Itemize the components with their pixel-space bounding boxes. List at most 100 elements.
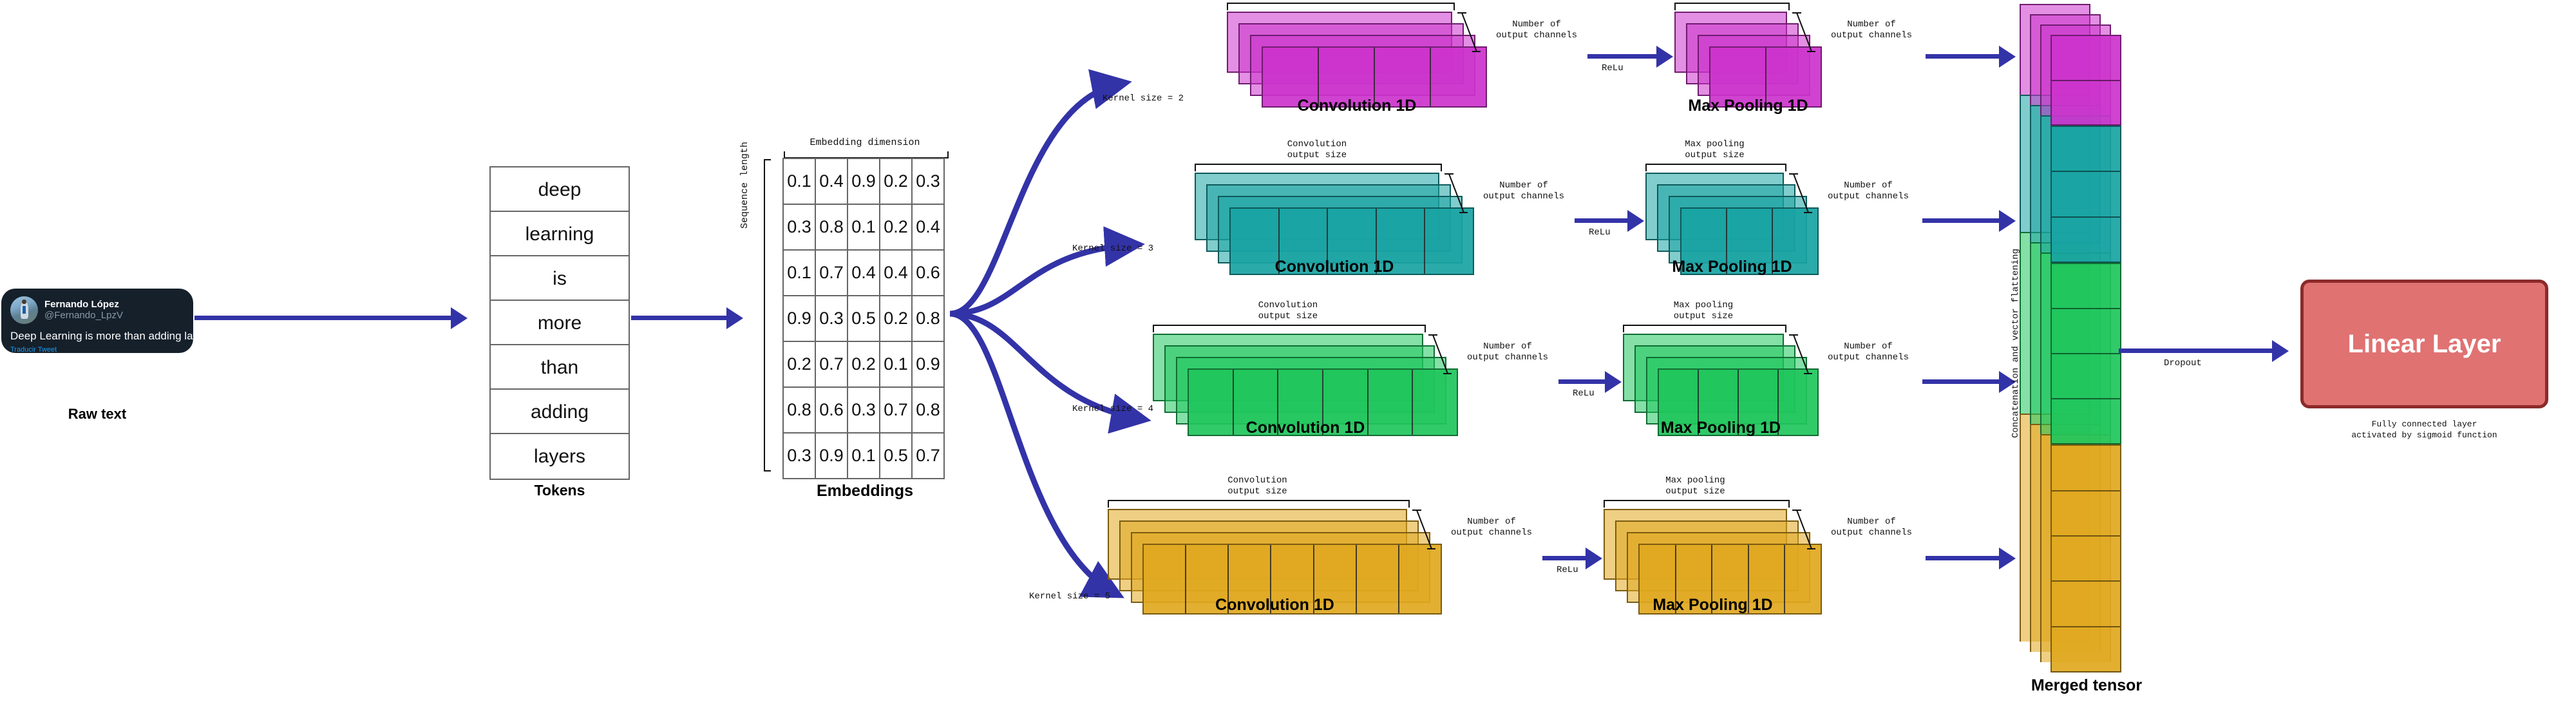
pool-channels-leader: [1789, 334, 1812, 374]
arrow-relu-head-2: [1605, 370, 1622, 393]
pool-output-size-label: Max pooling output size: [1584, 475, 1806, 497]
num-channels-line1: Number of: [1483, 341, 1532, 352]
embedding-cell: 0.3: [782, 204, 816, 251]
tweet-card: Fernando López @Fernando_LpzV Deep Learn…: [1, 289, 217, 354]
num-channels-line1: Number of: [1847, 517, 1896, 527]
arrow-relu-head-0: [1656, 45, 1673, 68]
num-channels-line2: output channels: [1450, 528, 1533, 538]
embeddings-matrix: 0.1 0.4 0.9 0.2 0.3 0.3 0.8 0.1 0.2 0.4 0.1 0.7 0.4 0…: [782, 158, 945, 479]
embedding-row: 0.3 0.8 0.1 0.2 0.4: [782, 204, 945, 251]
conv-output-size-bracket: [1108, 500, 1410, 508]
embedding-cell: 0.2: [782, 341, 816, 388]
arrow-pool-to-merged-head-0: [1999, 45, 2016, 68]
conv1d-caption: Convolution 1D: [1274, 258, 1394, 276]
merged-tensor-cell: [2052, 537, 2120, 582]
embedding-cell: 0.1: [782, 249, 816, 296]
token-cell: is: [491, 256, 629, 301]
pool-output-size-bracket: [1604, 500, 1790, 508]
merged-tensor-cell: [2052, 582, 2120, 627]
arrow-relu-head-3: [1586, 548, 1602, 569]
tweet-header: Fernando López @Fernando_LpzV: [10, 296, 184, 324]
conv-output-size-bracket: [1195, 164, 1442, 171]
merged-tensor-cell: [2052, 218, 2120, 263]
num-channels-line2: output channels: [1827, 191, 1909, 202]
arrow-pool-to-merged-0: [1926, 53, 1999, 59]
embedding-cell: 0.7: [815, 249, 848, 296]
linear-layer-box[interactable]: Linear Layer: [2300, 280, 2548, 408]
num-channels-line1: Number of: [1499, 180, 1548, 191]
arrow-relu-2: [1558, 379, 1605, 384]
arrow-pool-to-merged-head-1: [1999, 209, 2016, 232]
sequence-length-label: Sequence length: [739, 141, 750, 229]
conv-output-size-label: Convolution output size: [1153, 300, 1423, 322]
conv1d-caption: Convolution 1D: [1245, 419, 1365, 437]
merged-tensor-cell: [2052, 446, 2120, 491]
tweet-author-name: Fernando López: [44, 299, 119, 310]
embedding-cell: 0.4: [815, 158, 848, 205]
pool-output-size-line2: output size: [1665, 486, 1725, 497]
conv-num-channels-label: Number of output channels: [1469, 180, 1578, 202]
merged-tensor-caption: Merged tensor: [2031, 676, 2143, 694]
conv-output-size-line1: Convolution: [1287, 139, 1347, 149]
tokens-table: deep learning is more than adding layers: [489, 166, 630, 480]
embedding-cell: 0.9: [847, 158, 880, 205]
merged-tensor-cell: [2052, 491, 2120, 537]
embedding-row: 0.1 0.4 0.9 0.2 0.3: [782, 158, 945, 205]
conv-output-size-bracket: [1227, 3, 1455, 10]
embedding-cell: 0.3: [782, 432, 816, 479]
conv1d-caption: Convolution 1D: [1297, 97, 1417, 115]
embedding-cell: 0.8: [911, 295, 945, 342]
embedding-cell: 0.4: [879, 249, 913, 296]
diagram-canvas: Fernando López @Fernando_LpzV Deep Learn…: [0, 0, 2576, 715]
num-channels-line2: output channels: [1830, 30, 1913, 41]
kernel-size-label-2: Kernel size = 4: [1072, 404, 1154, 414]
arrow-pool-to-merged-1: [1922, 218, 1999, 223]
embedding-cell: 0.2: [847, 341, 880, 388]
token-cell: learning: [491, 212, 629, 256]
linear-sub-line2: activated by sigmoid function: [2351, 430, 2497, 440]
pool-output-size-bracket: [1645, 164, 1786, 171]
embedding-cell: 0.5: [879, 432, 913, 479]
arrow-relu-0: [1587, 53, 1656, 59]
conv-output-size-line2: output size: [1258, 311, 1318, 321]
embedding-cell: 0.8: [782, 386, 816, 434]
tokens-caption: Tokens: [534, 482, 585, 499]
embedding-cell: 0.3: [815, 295, 848, 342]
relu-label-2: ReLu: [1573, 388, 1595, 399]
relu-label-0: ReLu: [1602, 62, 1624, 73]
embedding-row: 0.2 0.7 0.2 0.1 0.9: [782, 341, 945, 388]
conv-num-channels-label: Number of output channels: [1437, 517, 1546, 539]
arrow-tokens-to-embeddings-head: [726, 307, 743, 329]
embedding-cell: 0.1: [847, 204, 880, 251]
pool-num-channels-label: Number of output channels: [1817, 19, 1926, 41]
embedding-row: 0.8 0.6 0.3 0.7 0.8: [782, 386, 945, 434]
embedding-cell: 0.3: [847, 386, 880, 434]
num-channels-line1: Number of: [1467, 517, 1516, 527]
merged-tensor-cell: [2052, 399, 2120, 445]
embedding-cell: 0.8: [815, 204, 848, 251]
embedding-cell: 0.8: [911, 386, 945, 434]
arrow-pool-to-merged-head-3: [1999, 548, 2016, 569]
dropout-label: Dropout: [2164, 358, 2202, 368]
pool-channels-leader: [1792, 12, 1815, 52]
pool-channels-leader: [1792, 510, 1815, 549]
conv-num-channels-label: Number of output channels: [1482, 19, 1591, 41]
pool-num-channels-label: Number of output channels: [1814, 180, 1923, 202]
arrow-tokens-to-embeddings: [631, 316, 728, 320]
num-channels-line2: output channels: [1495, 30, 1578, 41]
translate-tweet-link[interactable]: Traducir Tweet: [10, 345, 184, 354]
token-cell: deep: [491, 167, 629, 212]
conv-output-size-label: Convolution output size: [1108, 475, 1407, 497]
embedding-cell: 0.9: [782, 295, 816, 342]
embedding-cell: 0.4: [847, 249, 880, 296]
maxpool1d-caption: Max Pooling 1D: [1672, 258, 1792, 276]
embedding-cell: 0.7: [911, 432, 945, 479]
pool-output-size-label: Max pooling output size: [1604, 300, 1803, 322]
embedding-cell: 0.1: [847, 432, 880, 479]
tweet-body-text: Deep Learning is more than adding layers…: [10, 330, 217, 342]
pool-output-size-line2: output size: [1673, 311, 1734, 321]
merged-tensor-cell: [2052, 354, 2120, 400]
tweet-author-handle: @Fernando_LpzV: [44, 310, 123, 321]
merged-tensor-cell: [2052, 172, 2120, 218]
embedding-cell: 0.4: [911, 204, 945, 251]
